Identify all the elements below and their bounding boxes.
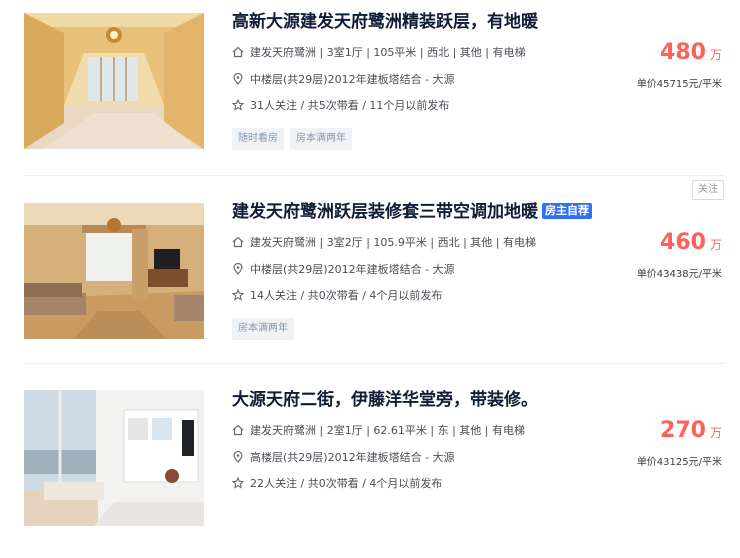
listing-list: 高新大源建发天府鹭洲精装跃层，有地暖 建发天府鹭洲 | 3室1厅 | 105平米… — [0, 0, 740, 544]
living-room-photo — [24, 390, 204, 526]
listing-title[interactable]: 大源天府二街，伊藤洋华堂旁，带装修。 — [232, 388, 538, 412]
price-unit: 万 — [709, 238, 722, 252]
position-info: 高楼层(共29层)2012年建板塔结合 - 大源 — [232, 450, 455, 466]
divider — [24, 175, 724, 176]
total-price: 460 万 — [660, 230, 722, 255]
tag: 房本满两年 — [232, 318, 294, 340]
house-info-text: 建发天府鹭洲 | 3室1厅 | 105平米 | 西北 | 其他 | 有电梯 — [250, 46, 526, 59]
house-info: 建发天府鹭洲 | 3室2厅 | 105.9平米 | 西北 | 其他 | 有电梯 — [232, 235, 536, 251]
listing-title[interactable]: 高新大源建发天府鹭洲精装跃层，有地暖 — [232, 10, 538, 34]
star-icon — [232, 99, 244, 111]
tag: 随时看房 — [232, 128, 284, 150]
living-room-photo — [24, 203, 204, 339]
price-unit: 万 — [709, 48, 722, 62]
house-icon — [232, 46, 244, 58]
follow-info: 22人关注 / 共0次带看 / 4个月以前发布 — [232, 476, 442, 492]
house-info-text: 建发天府鹭洲 | 2室1厅 | 62.61平米 | 东 | 其他 | 有电梯 — [250, 424, 525, 437]
price-value: 270 — [660, 418, 706, 443]
follow-info: 31人关注 / 共5次带看 / 11个月以前发布 — [232, 98, 449, 114]
house-icon — [232, 236, 244, 248]
listing-item[interactable]: 大源天府二街，伊藤洋华堂旁，带装修。 建发天府鹭洲 | 2室1厅 | 62.61… — [0, 378, 740, 558]
divider — [24, 363, 724, 364]
house-info-text: 建发天府鹭洲 | 3室2厅 | 105.9平米 | 西北 | 其他 | 有电梯 — [250, 236, 536, 249]
tag: 房本满两年 — [290, 128, 352, 150]
position-info: 中楼层(共29层)2012年建板塔结合 - 大源 — [232, 262, 455, 278]
house-icon — [232, 424, 244, 436]
unit-price: 单价43438元/平米 — [636, 269, 722, 280]
listing-item[interactable]: 高新大源建发天府鹭洲精装跃层，有地暖 建发天府鹭洲 | 3室1厅 | 105平米… — [0, 0, 740, 180]
follow-info-text: 14人关注 / 共0次带看 / 4个月以前发布 — [250, 289, 443, 302]
total-price: 270 万 — [660, 418, 722, 443]
listing-item[interactable]: 关注 建发天府鹭洲跃层装修套三带空调加地暖 房主自荐 建发天府鹭洲 | 3室2厅… — [0, 180, 740, 370]
position-info-text[interactable]: 中楼层(共29层)2012年建板塔结合 - 大源 — [250, 73, 455, 86]
price-value: 480 — [660, 40, 706, 65]
location-pin-icon — [233, 73, 243, 85]
owner-recommend-badge: 房主自荐 — [542, 203, 592, 219]
unit-price: 单价43125元/平米 — [636, 457, 722, 468]
follow-info-text: 22人关注 / 共0次带看 / 4个月以前发布 — [250, 477, 443, 490]
tag-list: 随时看房 房本满两年 — [232, 126, 358, 150]
listing-photo[interactable] — [24, 203, 204, 339]
listing-photo[interactable] — [24, 13, 204, 149]
star-icon — [232, 289, 244, 301]
house-info: 建发天府鹭洲 | 2室1厅 | 62.61平米 | 东 | 其他 | 有电梯 — [232, 423, 525, 439]
listing-title-text[interactable]: 建发天府鹭洲跃层装修套三带空调加地暖 — [232, 202, 538, 222]
listing-title[interactable]: 建发天府鹭洲跃层装修套三带空调加地暖 房主自荐 — [232, 200, 592, 224]
listing-title-text[interactable]: 大源天府二街，伊藤洋华堂旁，带装修。 — [232, 390, 538, 410]
house-info: 建发天府鹭洲 | 3室1厅 | 105平米 | 西北 | 其他 | 有电梯 — [232, 45, 526, 61]
price-unit: 万 — [709, 426, 722, 440]
price-value: 460 — [660, 230, 706, 255]
follow-info: 14人关注 / 共0次带看 / 4个月以前发布 — [232, 288, 442, 304]
unit-price: 单价45715元/平米 — [636, 79, 722, 90]
follow-button[interactable]: 关注 — [692, 180, 724, 200]
follow-info-text: 31人关注 / 共5次带看 / 11个月以前发布 — [250, 99, 450, 112]
position-info-text[interactable]: 高楼层(共29层)2012年建板塔结合 - 大源 — [250, 451, 455, 464]
position-info: 中楼层(共29层)2012年建板塔结合 - 大源 — [232, 72, 455, 88]
living-room-photo — [24, 13, 204, 149]
location-pin-icon — [233, 263, 243, 275]
total-price: 480 万 — [660, 40, 722, 65]
star-icon — [232, 477, 244, 489]
tag-list: 房本满两年 — [232, 316, 300, 340]
listing-photo[interactable] — [24, 390, 204, 526]
position-info-text[interactable]: 中楼层(共29层)2012年建板塔结合 - 大源 — [250, 263, 455, 276]
listing-title-text[interactable]: 高新大源建发天府鹭洲精装跃层，有地暖 — [232, 12, 538, 32]
location-pin-icon — [233, 451, 243, 463]
